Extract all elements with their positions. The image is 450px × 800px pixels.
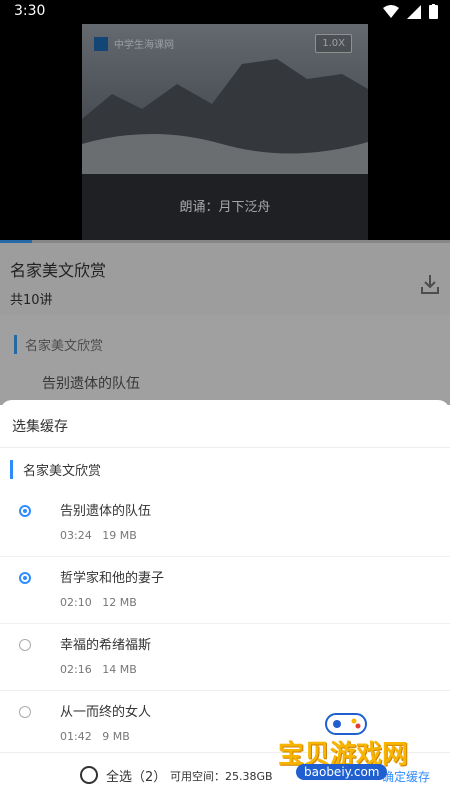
radio-selected-icon[interactable] [19,505,31,517]
select-all-checkbox[interactable] [80,766,98,784]
episode-size: 9 MB [102,730,130,743]
available-space: 可用空间：25.38GB [170,770,273,783]
signal-icon [407,4,421,19]
episode-name: 哲学家和他的妻子 [60,571,165,586]
episode-meta: 02:10 12 MB [60,596,137,609]
wifi-icon [383,4,399,18]
battery-icon [429,4,438,19]
episode-row[interactable]: 告别遗体的队伍 03:24 19 MB [0,490,450,557]
episode-duration: 02:10 [60,596,92,609]
episode-size: 12 MB [102,596,137,609]
radio-unselected-icon[interactable] [19,706,31,718]
watermark: 宝贝游戏网 baobeiy.com [278,706,438,788]
episode-size: 19 MB [102,529,137,542]
episode-meta: 01:42 9 MB [60,730,130,743]
episode-meta: 02:16 14 MB [60,663,137,676]
sheet-divider [0,447,450,448]
status-bar: 3:30 [0,0,450,24]
episode-name: 从一而终的女人 [60,705,152,720]
episode-meta: 03:24 19 MB [60,529,137,542]
episode-duration: 01:42 [60,730,92,743]
watermark-url: baobeiy.com [296,764,388,780]
sheet-header: 选集缓存 [12,419,68,435]
episode-duration: 02:16 [60,663,92,676]
episode-row[interactable]: 幸福的希绪福斯 02:16 14 MB [0,624,450,691]
episode-name: 幸福的希绪福斯 [60,638,152,653]
sheet-section-title: 名家美文欣赏 [10,460,101,479]
episode-duration: 03:24 [60,529,92,542]
radio-unselected-icon[interactable] [19,639,31,651]
radio-selected-icon[interactable] [19,572,31,584]
episode-size: 14 MB [102,663,137,676]
select-all-label[interactable]: 全选（2） [106,766,166,785]
status-time: 3:30 [14,3,46,19]
status-icons [383,4,438,19]
modal-overlay[interactable] [0,24,450,405]
episode-row[interactable]: 哲学家和他的妻子 02:10 12 MB [0,557,450,624]
episode-name: 告别遗体的队伍 [60,504,152,519]
